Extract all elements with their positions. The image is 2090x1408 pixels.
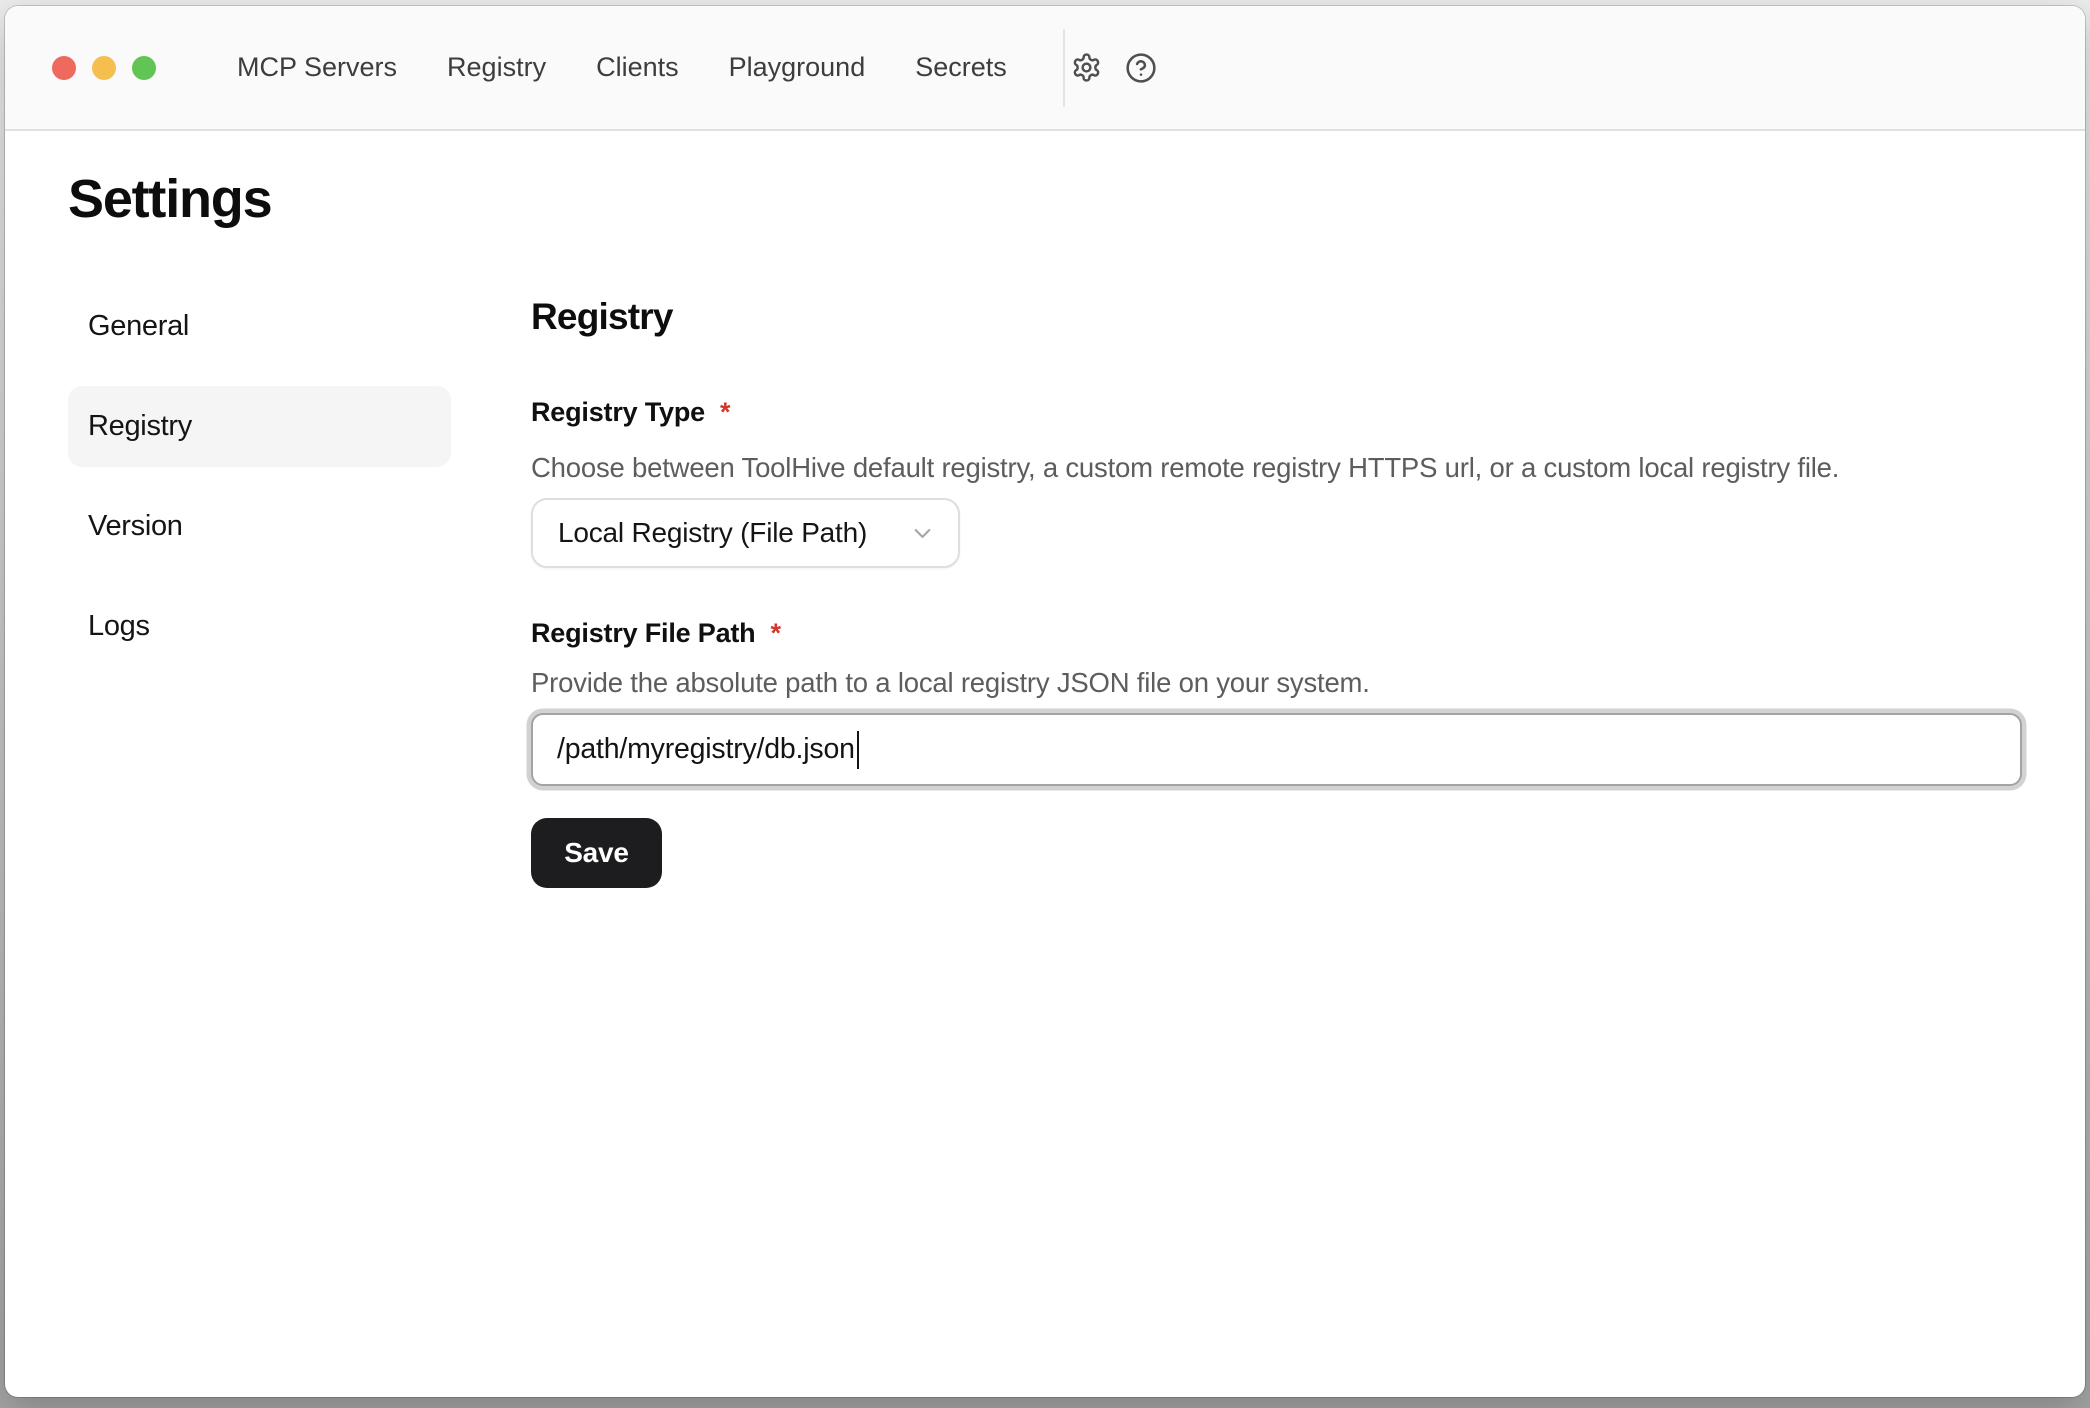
input-value: /path/myregistry/db.json <box>557 733 855 766</box>
chevron-down-icon <box>909 520 936 547</box>
help-icon <box>1125 52 1157 84</box>
window-controls <box>52 56 156 80</box>
registry-type-description: Choose between ToolHive default registry… <box>531 451 2022 485</box>
required-asterisk: * <box>770 616 780 650</box>
save-button[interactable]: Save <box>531 818 662 888</box>
sidebar-item-version[interactable]: Version <box>68 486 451 567</box>
app-window: MCP Servers Registry Clients Playground … <box>5 6 2085 1397</box>
nav-item-clients[interactable]: Clients <box>596 52 679 83</box>
nav-item-secrets[interactable]: Secrets <box>915 52 1007 83</box>
main-nav: MCP Servers Registry Clients Playground … <box>237 52 1007 83</box>
section-heading: Registry <box>531 297 2022 337</box>
settings-sidebar: General Registry Version Logs <box>68 286 451 888</box>
registry-type-label: Registry Type * <box>531 395 2022 429</box>
minimize-button[interactable] <box>92 56 116 80</box>
sidebar-item-general[interactable]: General <box>68 286 451 367</box>
gear-icon <box>1071 52 1102 83</box>
help-button[interactable] <box>1119 46 1163 90</box>
title-bar: MCP Servers Registry Clients Playground … <box>5 6 2085 131</box>
zoom-button[interactable] <box>132 56 156 80</box>
sidebar-item-logs[interactable]: Logs <box>68 586 451 667</box>
registry-file-path-description: Provide the absolute path to a local reg… <box>531 666 2022 700</box>
registry-type-selected-value: Local Registry (File Path) <box>558 517 867 549</box>
registry-settings-panel: Registry Registry Type * Choose between … <box>531 286 2022 888</box>
sidebar-item-registry[interactable]: Registry <box>68 386 451 467</box>
nav-item-registry[interactable]: Registry <box>447 52 546 83</box>
registry-type-select[interactable]: Local Registry (File Path) <box>531 498 960 568</box>
nav-item-playground[interactable]: Playground <box>729 52 866 83</box>
settings-gear-button[interactable] <box>1065 46 1109 90</box>
registry-file-path-label: Registry File Path * <box>531 616 2022 650</box>
text-cursor <box>857 731 860 769</box>
settings-layout: General Registry Version Logs Registry R… <box>5 286 2085 888</box>
page-title: Settings <box>68 167 2085 231</box>
close-button[interactable] <box>52 56 76 80</box>
required-asterisk: * <box>720 395 730 429</box>
nav-item-mcp-servers[interactable]: MCP Servers <box>237 52 397 83</box>
registry-file-path-input[interactable]: /path/myregistry/db.json <box>531 713 2022 786</box>
